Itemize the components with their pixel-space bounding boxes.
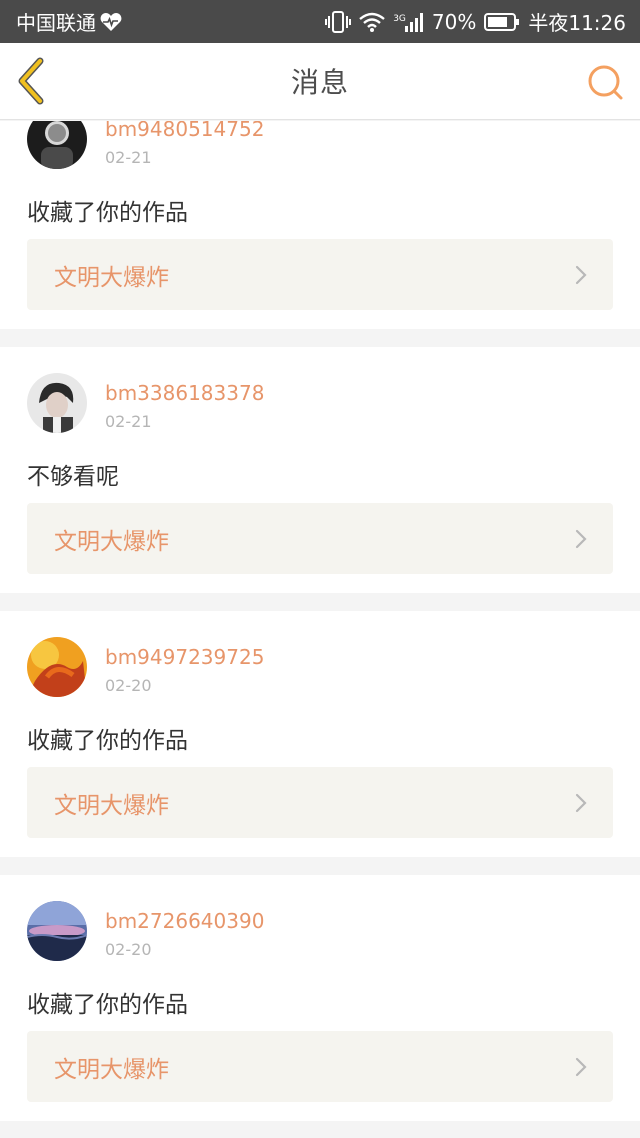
battery-icon (484, 12, 520, 32)
network-type-label: 3G (393, 13, 406, 24)
wifi-icon (359, 12, 385, 32)
message-date: 02-20 (105, 676, 152, 695)
message-date: 02-21 (105, 412, 152, 431)
message-text: 收藏了你的作品 (27, 992, 188, 1018)
message-card: bm9497239725 02-20 收藏了你的作品 文明大爆炸 (0, 611, 640, 857)
back-button[interactable] (16, 57, 52, 105)
message-date: 02-20 (105, 940, 152, 959)
battery-percent: 70% (431, 9, 477, 34)
vibrate-icon (325, 10, 352, 33)
search-button[interactable] (586, 63, 624, 101)
avatar[interactable] (27, 373, 87, 433)
message-list[interactable]: bm9480514752 02-21 收藏了你的作品 文明大爆炸 bm33861… (0, 121, 640, 1138)
signal-icon (404, 12, 424, 32)
status-bar-right: 3G 70% 半夜11:26 (325, 7, 626, 36)
chevron-right-icon (575, 793, 587, 813)
chevron-left-icon (18, 57, 44, 105)
username-link[interactable]: bm3386183378 (105, 381, 264, 405)
work-title: 文明大爆炸 (54, 528, 169, 555)
clock: 半夜11:26 (528, 11, 626, 35)
message-text: 收藏了你的作品 (27, 728, 188, 754)
chevron-right-icon (575, 265, 587, 285)
carrier-name: 中国联通 (16, 11, 96, 35)
avatar[interactable] (27, 637, 87, 697)
username-link[interactable]: bm9480514752 (105, 121, 264, 141)
work-title: 文明大爆炸 (54, 792, 169, 819)
chevron-right-icon (575, 1057, 587, 1077)
username-link[interactable]: bm2726640390 (105, 909, 264, 933)
avatar[interactable] (27, 121, 87, 169)
nav-bar: 消息 (0, 43, 640, 120)
work-link[interactable]: 文明大爆炸 (27, 503, 613, 574)
work-title: 文明大爆炸 (54, 1056, 169, 1083)
heart-pulse-icon (100, 12, 122, 32)
avatar[interactable] (27, 901, 87, 961)
message-date: 02-21 (105, 148, 152, 167)
message-card: bm9480514752 02-21 收藏了你的作品 文明大爆炸 (0, 121, 640, 329)
signal-group: 3G (393, 12, 424, 32)
message-text: 不够看呢 (27, 464, 119, 490)
work-link[interactable]: 文明大爆炸 (27, 1031, 613, 1102)
page-title: 消息 (290, 66, 349, 99)
work-link[interactable]: 文明大爆炸 (27, 239, 613, 310)
username-link[interactable]: bm9497239725 (105, 645, 264, 669)
message-card: bm2726640390 02-20 收藏了你的作品 文明大爆炸 (0, 875, 640, 1121)
work-link[interactable]: 文明大爆炸 (27, 767, 613, 838)
message-card: bm3386183378 02-21 不够看呢 文明大爆炸 (0, 347, 640, 593)
search-icon (588, 65, 623, 100)
chevron-right-icon (575, 529, 587, 549)
status-bar: 中国联通 3G 70% 半夜11:26 (0, 0, 640, 43)
work-title: 文明大爆炸 (54, 264, 169, 291)
message-text: 收藏了你的作品 (27, 200, 188, 226)
status-bar-left: 中国联通 (16, 7, 122, 36)
